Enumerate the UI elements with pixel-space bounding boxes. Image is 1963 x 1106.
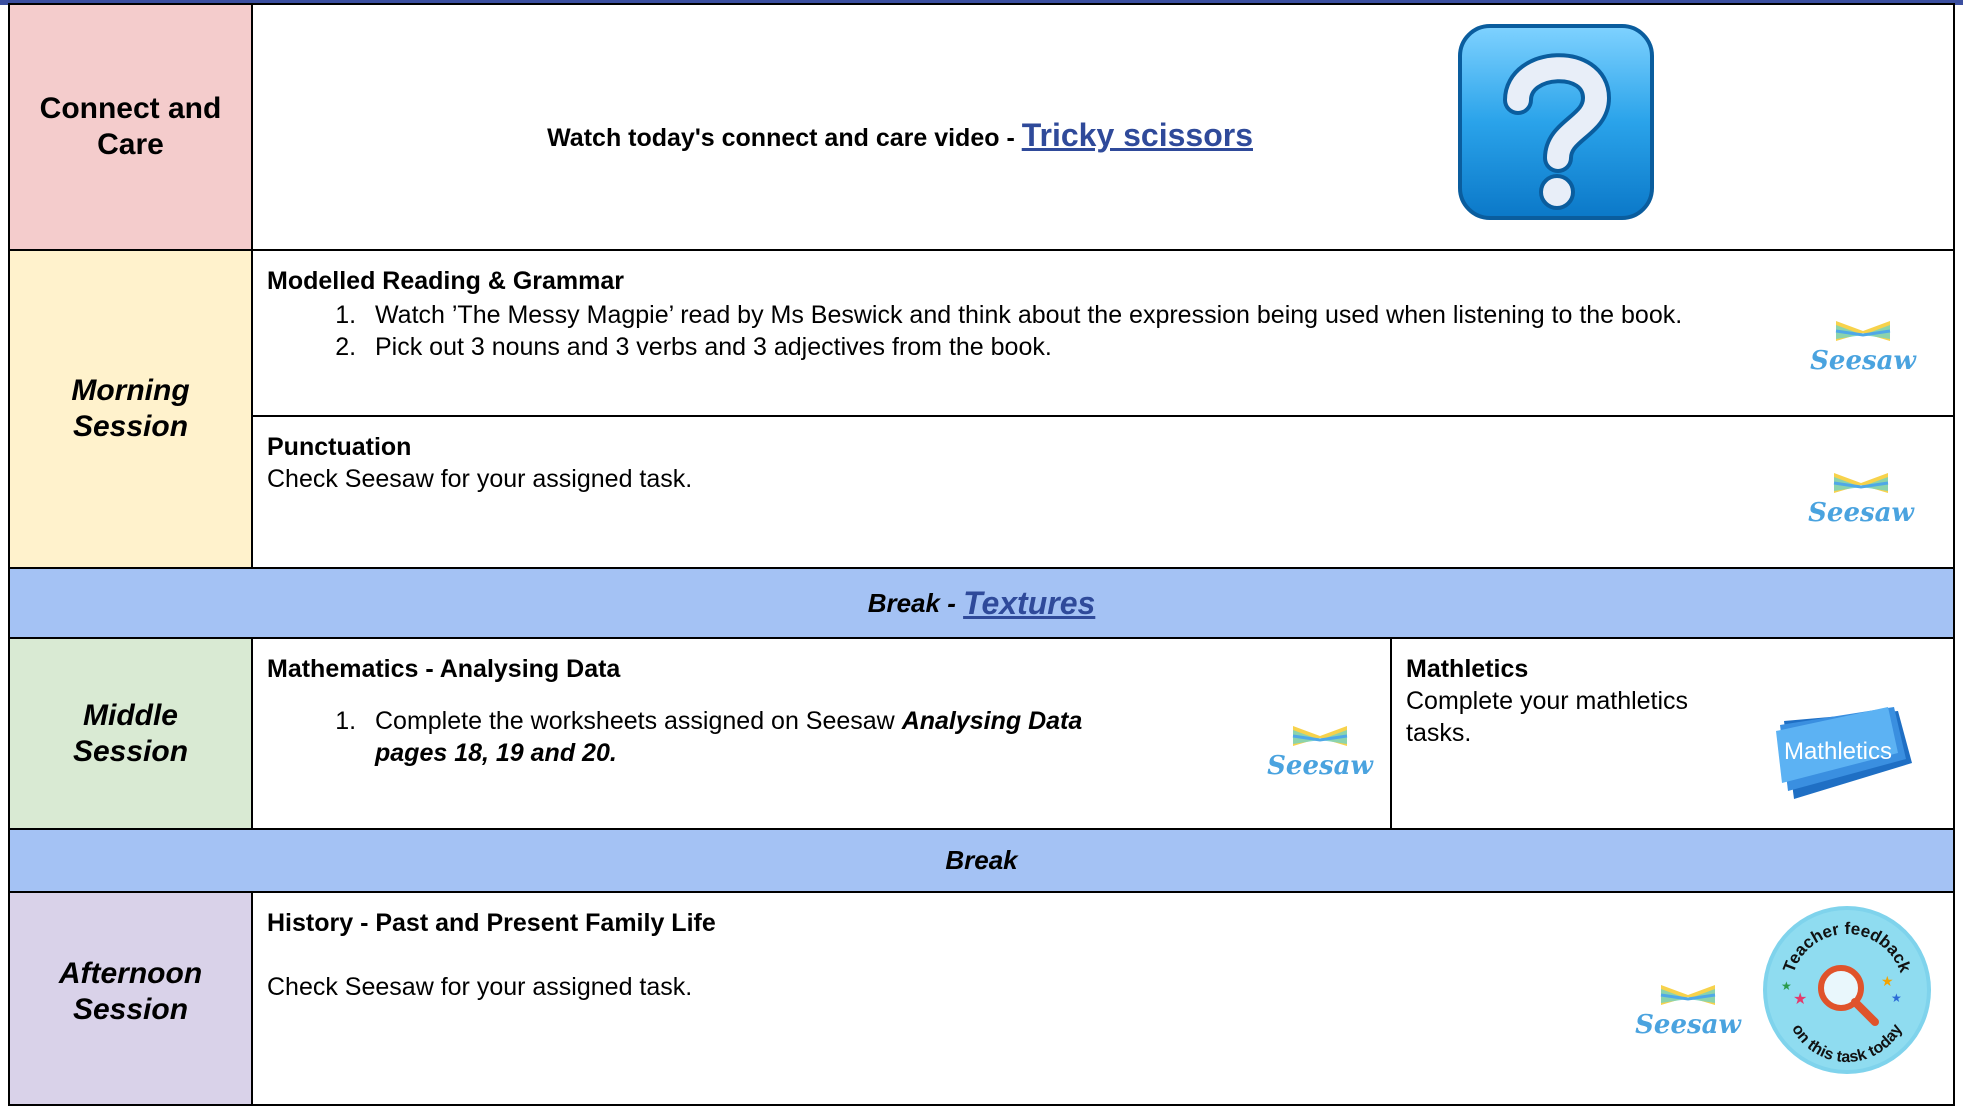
seesaw-text: Seesaw — [1267, 751, 1374, 781]
reading-grammar-heading: Modelled Reading & Grammar — [267, 267, 625, 295]
reading-item-1: Watch ’The Messy Magpie’ read by Ms Besw… — [363, 299, 1939, 331]
afternoon-session-label-text: Afternoon Session — [58, 956, 203, 1026]
middle-session-label-text: Middle Session — [72, 698, 189, 768]
mathletics-logo[interactable]: Mathletics — [1770, 703, 1920, 803]
morning-session-label: Morning Session — [8, 249, 253, 569]
mathematics-list: Complete the worksheets assigned on Sees… — [267, 705, 1083, 769]
svg-text:★: ★ — [1793, 991, 1807, 1008]
mathletics-text: Complete your mathletics tasks. — [1406, 687, 1689, 747]
connect-care-text: Watch today's connect and care video - — [547, 124, 1022, 152]
svg-text:★: ★ — [1881, 973, 1894, 989]
seesaw-icon[interactable]: Seesaw — [1808, 309, 1918, 379]
reading-grammar-list: Watch ’The Messy Magpie’ read by Ms Besw… — [267, 299, 1939, 363]
break-textures-row: Break - Textures — [8, 567, 1955, 639]
mathematics-cell: Mathematics - Analysing Data Complete th… — [251, 637, 1392, 830]
seesaw-icon[interactable]: Seesaw — [1806, 461, 1916, 531]
textures-link[interactable]: Textures — [963, 585, 1095, 622]
seesaw-text: Seesaw — [1810, 346, 1917, 376]
mathematics-heading: Mathematics - Analysing Data — [267, 655, 621, 683]
connect-care-label-text: Connect and Care — [39, 92, 222, 161]
connect-care-label: Connect and Care — [8, 3, 253, 251]
break-row: Break — [8, 828, 1955, 893]
connect-care-content: Watch today's connect and care video - T… — [251, 3, 1955, 251]
punctuation-cell: Punctuation Check Seesaw for your assign… — [251, 415, 1955, 569]
seesaw-text: Seesaw — [1635, 1010, 1742, 1040]
question-mark-icon — [1456, 22, 1656, 222]
svg-text:★: ★ — [1781, 979, 1792, 993]
mathletics-heading: Mathletics — [1406, 655, 1529, 683]
mathematics-item-text: Complete the worksheets assigned on Sees… — [375, 707, 902, 735]
middle-session-label: Middle Session — [8, 637, 253, 830]
connect-care-line: Watch today's connect and care video - T… — [253, 117, 1253, 154]
reading-grammar-cell: Modelled Reading & Grammar Watch ’The Me… — [251, 249, 1955, 417]
reading-item-2: Pick out 3 nouns and 3 verbs and 3 adjec… — [363, 331, 1939, 363]
mathletics-cell: Mathletics Complete your mathletics task… — [1390, 637, 1955, 830]
break-label: Break — [945, 845, 1018, 875]
mathematics-item-1: Complete the worksheets assigned on Sees… — [363, 705, 1083, 769]
seesaw-icon[interactable]: Seesaw — [1633, 973, 1743, 1043]
punctuation-heading: Punctuation — [267, 433, 412, 461]
history-cell: History - Past and Present Family Life C… — [251, 891, 1955, 1106]
mathletics-logo-text: Mathletics — [1784, 738, 1892, 765]
seesaw-icon[interactable]: Seesaw — [1265, 714, 1375, 784]
break-prefix: Break - — [867, 587, 964, 618]
punctuation-text: Check Seesaw for your assigned task. — [267, 465, 693, 493]
history-heading: History - Past and Present Family Life — [267, 909, 716, 937]
afternoon-session-label: Afternoon Session — [8, 891, 253, 1106]
svg-text:★: ★ — [1891, 991, 1902, 1005]
morning-session-label-text: Morning Session — [71, 374, 190, 443]
teacher-feedback-badge: Teacher feedback on this task today ★ ★ … — [1761, 904, 1933, 1076]
tricky-scissors-link[interactable]: Tricky scissors — [1022, 117, 1253, 153]
seesaw-text: Seesaw — [1808, 498, 1915, 528]
